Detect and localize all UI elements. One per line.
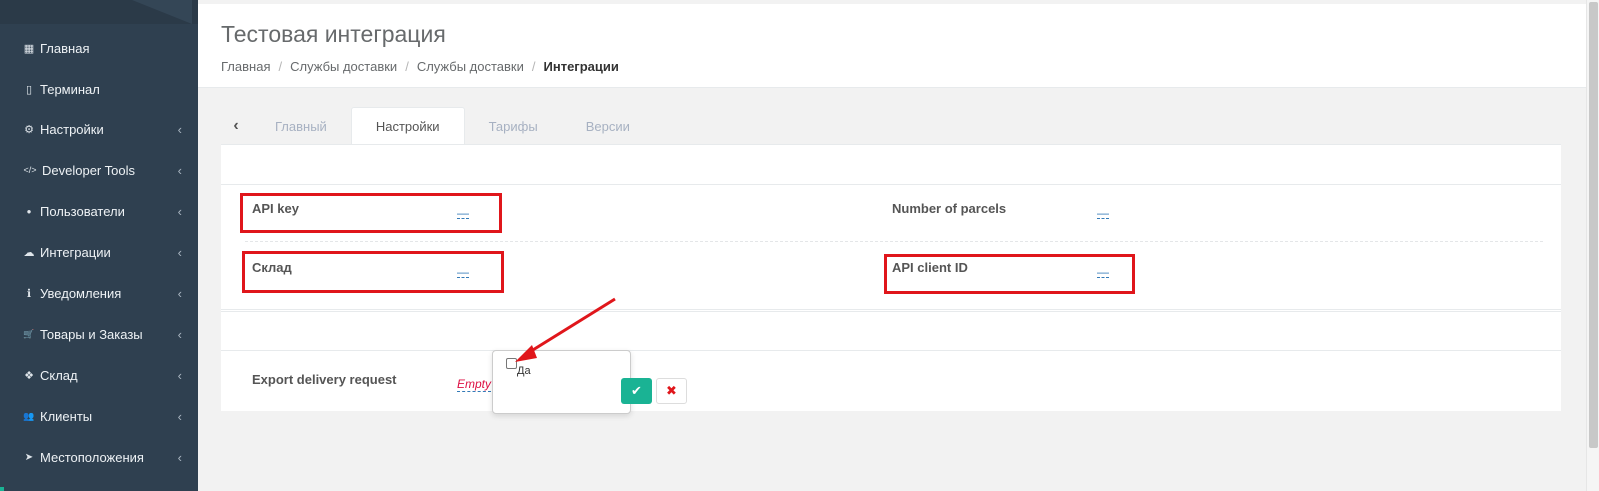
tab-back-button[interactable]: ‹: [221, 107, 251, 145]
yes-checkbox[interactable]: [506, 358, 517, 369]
chevron-left-icon: ‹: [177, 163, 182, 178]
highlight-box-api-client-id: [884, 254, 1135, 294]
sidebar-item-label: Терминал: [40, 81, 100, 97]
breadcrumb-link-home[interactable]: Главная: [221, 59, 270, 74]
sidebar-item-users[interactable]: ● Пользователи ‹: [0, 190, 198, 232]
sidebar-item-label: Местоположения: [40, 449, 144, 465]
chevron-left-icon: ‹: [177, 286, 182, 301]
export-delivery-request-editable[interactable]: Empty: [457, 377, 492, 392]
sidebar-item-label: Настройки: [40, 121, 104, 137]
page-header: Тестовая интеграция Главная / Службы дос…: [198, 4, 1587, 88]
sidebar-item-clients[interactable]: 👥 Клиенты ‹: [0, 395, 198, 437]
sidebar-accent: [0, 487, 4, 491]
tab-bar: ‹ Главный Настройки Тарифы Версии: [221, 107, 654, 145]
sidebar-item-settings[interactable]: ⚙ Настройки ‹: [0, 108, 198, 150]
chevron-left-icon: ‹: [177, 368, 182, 383]
sidebar-item-integrations[interactable]: ☁ Интеграции ‹: [0, 231, 198, 273]
users-icon: 👥: [23, 410, 35, 421]
dashed-divider: [245, 241, 1543, 242]
sidebar-item-locations[interactable]: ➤ Местоположения ‹: [0, 436, 198, 478]
tab-versions[interactable]: Версии: [562, 107, 654, 145]
sidebar-item-main[interactable]: ▦ Главная: [0, 27, 198, 69]
sidebar-item-warehouse[interactable]: ❖ Склад ‹: [0, 354, 198, 396]
cart-icon: 🛒: [23, 328, 35, 339]
yes-checkbox-label: Да: [517, 365, 531, 377]
sidebar-item-label: Клиенты: [40, 408, 93, 424]
tab-settings[interactable]: Настройки: [350, 107, 465, 145]
sidebar-item-label: Склад: [40, 367, 78, 383]
code-icon: </>: [23, 165, 37, 175]
breadcrumb-current: Интеграции: [543, 59, 619, 74]
sidebar-item-notifications[interactable]: ℹ Уведомления ‹: [0, 272, 198, 314]
sidebar-item-developer-tools[interactable]: </> Developer Tools ‹: [0, 149, 198, 191]
cancel-button[interactable]: ✖: [656, 378, 687, 404]
chevron-left-icon: ‹: [177, 450, 182, 465]
scrollbar-thumb[interactable]: [1589, 2, 1598, 448]
breadcrumb-link-delivery-services-2[interactable]: Службы доставки: [417, 59, 524, 74]
divider: [221, 350, 1561, 351]
chevron-left-icon: ‹: [177, 245, 182, 260]
divider: [221, 184, 1561, 185]
sidebar: ▦ Главная ▯ Терминал ⚙ Настройки ‹ </> D…: [0, 0, 198, 491]
divider: [221, 311, 1561, 312]
page-title: Тестовая интеграция: [221, 21, 446, 47]
breadcrumb-separator: /: [405, 59, 409, 74]
highlight-box-sklad: [242, 251, 504, 293]
chevron-left-icon: ‹: [177, 327, 182, 342]
highlight-box-api-key: [240, 193, 502, 233]
number-of-parcels-label: Number of parcels: [892, 201, 1007, 216]
number-of-parcels-editable[interactable]: —: [1097, 207, 1109, 219]
check-icon: ✔: [631, 383, 642, 398]
tablet-icon: ▯: [25, 83, 33, 96]
chevron-left-icon: ‹: [177, 122, 182, 137]
info-icon: ℹ: [26, 287, 32, 300]
breadcrumb-separator: /: [531, 59, 536, 74]
close-icon: ✖: [666, 383, 677, 398]
sidebar-item-terminal[interactable]: ▯ Терминал: [0, 68, 198, 110]
checkbox-option: Да: [506, 358, 531, 377]
sidebar-item-label: Товары и Заказы: [40, 326, 143, 342]
chevron-left-icon: ‹: [177, 409, 182, 424]
sidebar-item-label: Пользователи: [40, 203, 125, 219]
confirm-button[interactable]: ✔: [621, 378, 652, 404]
sidebar-item-label: Интеграции: [40, 244, 111, 260]
grid-icon: ▦: [23, 42, 35, 55]
tab-tariffs[interactable]: Тарифы: [465, 107, 562, 145]
gear-icon: ⚙: [24, 123, 34, 136]
divider: [221, 309, 1561, 310]
location-arrow-icon: ➤: [24, 451, 34, 463]
user-icon: ●: [26, 206, 32, 216]
sidebar-item-products-orders[interactable]: 🛒 Товары и Заказы ‹: [0, 313, 198, 355]
sidebar-item-label: Developer Tools: [42, 162, 135, 178]
breadcrumb: Главная / Службы доставки / Службы доста…: [221, 59, 619, 74]
sidebar-item-label: Уведомления: [40, 285, 122, 301]
chevron-left-icon: ‹: [177, 204, 182, 219]
sidebar-header: [0, 0, 198, 24]
cubes-icon: ❖: [24, 369, 34, 382]
export-delivery-request-label: Export delivery request: [252, 372, 397, 387]
cloud-download-icon: ☁: [23, 246, 35, 259]
breadcrumb-link-delivery-services[interactable]: Службы доставки: [290, 59, 397, 74]
sidebar-item-label: Главная: [40, 40, 90, 56]
breadcrumb-separator: /: [278, 59, 283, 74]
tab-main[interactable]: Главный: [251, 107, 351, 145]
